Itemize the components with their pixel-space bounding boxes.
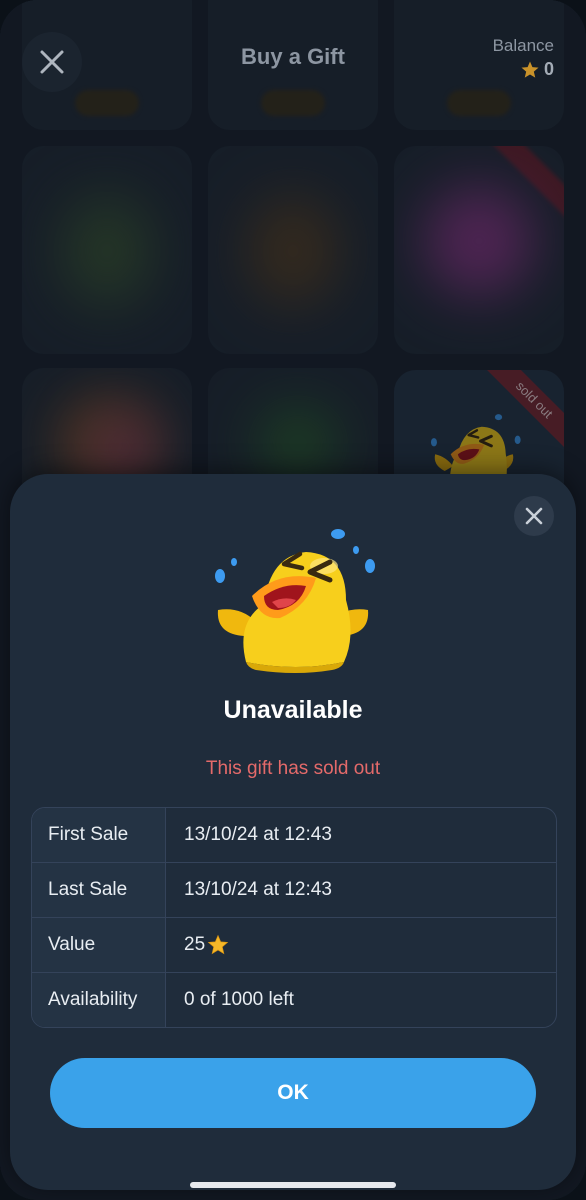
gift-thumbnail [258,408,338,478]
gift-thumbnail [248,196,338,306]
sheet-title: Unavailable [223,696,363,724]
first-sale-value: 13/10/24 at 12:43 [184,824,332,845]
star-icon [521,61,539,78]
gift-card[interactable] [208,146,378,354]
gift-thumbnail [424,186,534,296]
table-row: First Sale 13/10/24 at 12:43 [32,808,556,862]
last-sale-label: Last Sale [32,863,166,917]
balance-row: 0 [493,59,554,80]
crying-duck-icon [215,529,375,673]
star-icon [207,934,229,955]
price-pill [261,90,325,116]
last-sale-value: 13/10/24 at 12:43 [184,879,332,900]
home-indicator [190,1182,396,1188]
balance: Balance 0 [493,36,554,80]
close-icon [525,507,543,525]
gift-card[interactable] [22,146,192,354]
balance-label: Balance [492,36,554,55]
balance-value: 0 [543,59,554,79]
availability-label: Availability [32,973,166,1027]
gift-thumbnail [62,196,152,306]
price-pill [75,90,139,116]
first-sale-label: First Sale [32,808,166,862]
table-row: Value 25 [32,917,556,972]
price-pill [447,90,511,116]
sheet-close-button[interactable] [514,496,554,536]
value-label: Value [32,918,166,972]
availability-value: 0 of 1000 left [184,989,294,1010]
gift-thumbnail [92,418,152,478]
ok-button[interactable]: OK [50,1058,536,1128]
gift-card[interactable] [394,146,564,354]
table-row: Last Sale 13/10/24 at 12:43 [32,862,556,917]
gift-unavailable-sheet: Unavailable This gift has sold out First… [10,474,576,1190]
gift-info-table: First Sale 13/10/24 at 12:43 Last Sale 1… [31,807,557,1028]
value-amount: 25 [184,934,206,955]
table-row: Availability 0 of 1000 left [32,972,556,1027]
value-cell: 25 [166,918,556,972]
screen: sold out Buy a Gift Balance 0 Unavailabl… [0,0,586,1200]
sold-out-message: This gift has sold out [205,758,381,779]
